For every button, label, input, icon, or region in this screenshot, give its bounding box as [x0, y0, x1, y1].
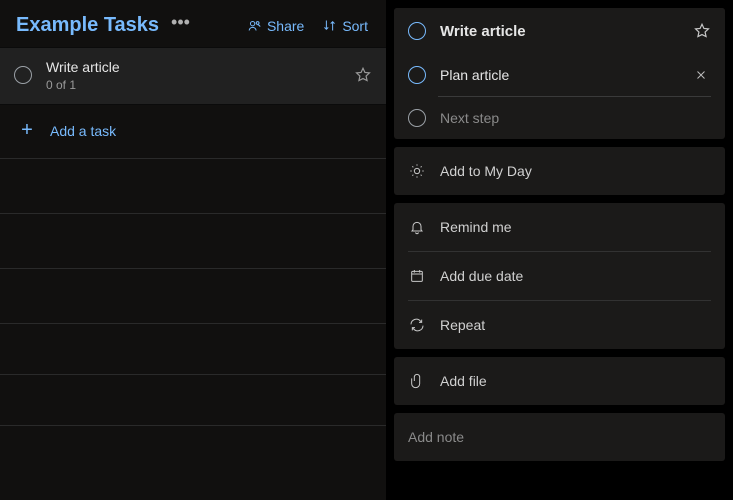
remind-me-label: Remind me: [440, 219, 512, 235]
step-placeholder-circle: [408, 109, 426, 127]
divider: [0, 268, 386, 269]
add-to-my-day-card[interactable]: Add to My Day: [394, 147, 725, 195]
remove-step-button[interactable]: [691, 67, 711, 83]
task-text: Write article 0 of 1: [46, 58, 354, 92]
next-step-placeholder: Next step: [440, 110, 711, 126]
add-to-my-day-label: Add to My Day: [440, 163, 532, 179]
add-note-placeholder: Add note: [408, 429, 464, 445]
share-button[interactable]: Share: [247, 18, 304, 34]
add-file-button[interactable]: Add file: [394, 357, 725, 405]
sort-icon: [322, 18, 337, 33]
star-icon[interactable]: [354, 66, 372, 84]
schedule-card: Remind me Add due date Repeat: [394, 203, 725, 349]
add-due-date-label: Add due date: [440, 268, 523, 284]
detail-title[interactable]: Write article: [440, 23, 693, 40]
task-list-pane: Example Tasks ••• Share Sort: [0, 0, 386, 500]
add-to-my-day-button[interactable]: Add to My Day: [394, 147, 725, 195]
star-icon[interactable]: [693, 22, 711, 40]
detail-header: Write article: [394, 8, 725, 54]
task-subtitle: 0 of 1: [46, 78, 354, 92]
list-header: Example Tasks ••• Share Sort: [0, 0, 386, 47]
detail-header-card: Write article Plan article Next step: [394, 8, 725, 139]
repeat-label: Repeat: [440, 317, 485, 333]
step-complete-toggle[interactable]: [408, 66, 426, 84]
divider: [0, 323, 386, 324]
sun-icon: [408, 163, 426, 179]
add-task-placeholder: Add a task: [50, 123, 116, 139]
complete-toggle[interactable]: [14, 66, 32, 84]
add-due-date-button[interactable]: Add due date: [394, 252, 725, 300]
remind-me-button[interactable]: Remind me: [394, 203, 725, 251]
complete-toggle[interactable]: [408, 22, 426, 40]
step-row[interactable]: Plan article: [394, 54, 725, 96]
paperclip-icon: [408, 373, 426, 389]
step-label: Plan article: [440, 67, 691, 83]
add-file-card[interactable]: Add file: [394, 357, 725, 405]
task-row[interactable]: Write article 0 of 1: [0, 47, 386, 105]
share-icon: [247, 18, 262, 33]
divider: [0, 213, 386, 214]
repeat-button[interactable]: Repeat: [394, 301, 725, 349]
task-detail-pane: Write article Plan article Next step: [386, 0, 733, 500]
add-file-label: Add file: [440, 373, 487, 389]
share-label: Share: [267, 18, 304, 34]
add-step-input[interactable]: Next step: [394, 97, 725, 139]
calendar-icon: [408, 268, 426, 284]
list-title[interactable]: Example Tasks: [16, 14, 159, 37]
add-task-input[interactable]: + Add a task: [0, 105, 386, 159]
bell-icon: [408, 219, 426, 235]
divider: [0, 374, 386, 375]
plus-icon: +: [18, 119, 36, 142]
divider: [0, 425, 386, 426]
repeat-icon: [408, 317, 426, 333]
task-title: Write article: [46, 58, 354, 76]
add-note-input[interactable]: Add note: [394, 413, 725, 461]
list-more-button[interactable]: •••: [171, 13, 190, 31]
sort-label: Sort: [342, 18, 368, 34]
sort-button[interactable]: Sort: [322, 18, 368, 34]
